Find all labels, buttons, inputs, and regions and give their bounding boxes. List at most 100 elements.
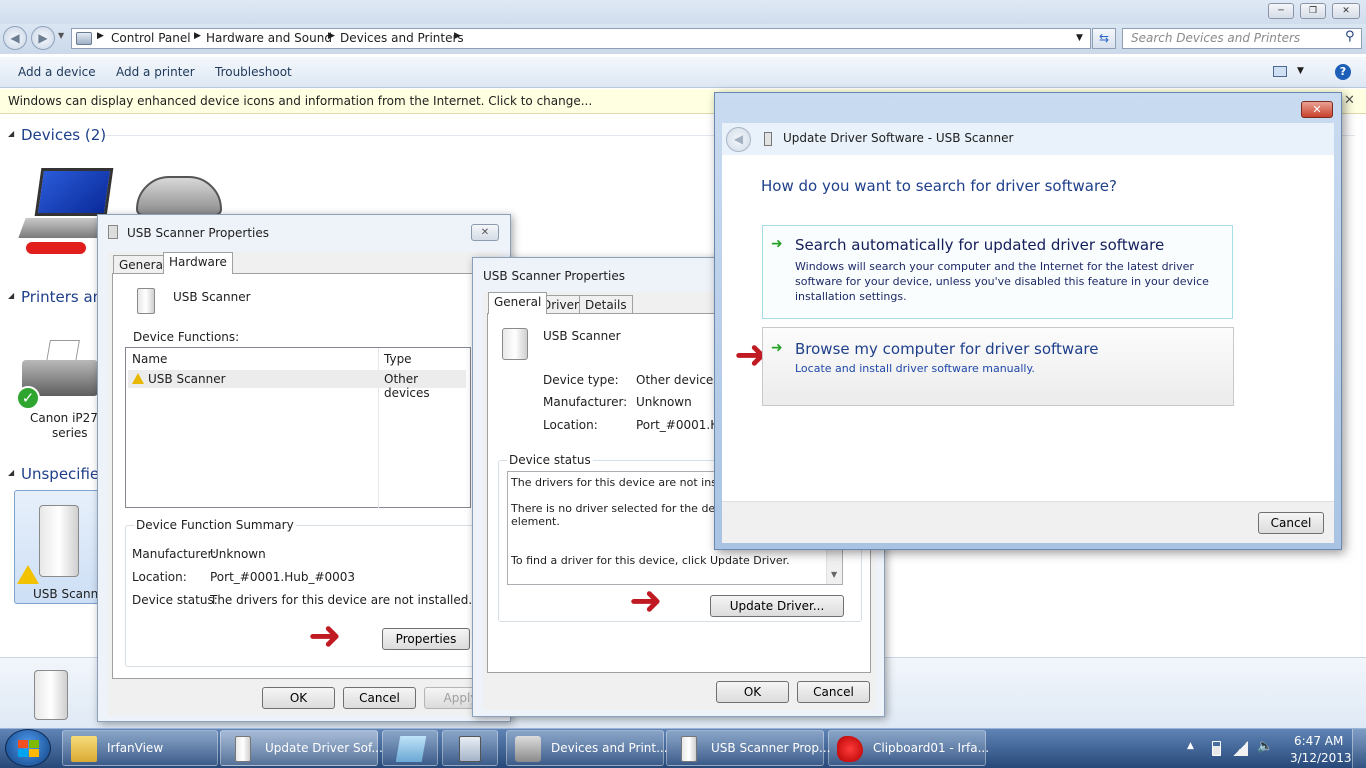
back-button[interactable]: ◀ [3,26,27,50]
add-printer-button[interactable]: Add a printer [116,65,195,79]
view-dropdown-icon[interactable]: ▼ [1297,66,1304,76]
ok-button[interactable]: OK [262,687,335,709]
back-button[interactable]: ◀ [726,127,751,152]
refresh-button[interactable]: ⇆ [1092,28,1116,49]
green-arrow-icon: ➜ [771,236,783,252]
taskbar-devices-printers[interactable]: Devices and Print... [506,730,668,766]
devices-group-header[interactable]: Devices (2) [21,126,106,144]
breadcrumb-sep-icon[interactable]: ▶ [194,31,201,41]
clock-time[interactable]: 6:47 AM [1294,734,1343,748]
scroll-down-icon[interactable]: ▼ [831,570,837,579]
close-button[interactable]: ✕ [471,224,499,241]
close-button[interactable]: ✕ [1301,101,1333,118]
taskbar-clipboard-irfanview[interactable]: Clipboard01 - Irfa... [828,730,989,766]
taskbar-calculator[interactable] [442,730,498,766]
breadcrumb-devices-and-printers[interactable]: Devices and Printers [340,31,464,45]
unspecified-group-header[interactable]: Unspecified [21,465,109,483]
unspecified-group-collapse-icon[interactable]: ◢ [8,468,14,477]
green-arrow-icon: ➜ [771,340,783,356]
row-name: USB Scanner [148,372,226,386]
breadcrumb-hardware-and-sound[interactable]: Hardware and Sound [206,31,332,45]
printer-icon[interactable]: ✓ [16,340,98,410]
taskbar-irfanview[interactable]: IrfanView [62,730,218,766]
address-dropdown-icon[interactable]: ▼ [1076,33,1083,43]
folder-icon [71,736,97,762]
location-value: Port_#0001.Hub_#0003 [210,570,356,584]
manufacturer-value: Unknown [636,395,692,409]
taskbar-label: Devices and Print... [551,741,668,755]
device-functions-list[interactable]: Name Type USB Scanner Other devices [125,347,471,508]
red-arrow-icon: ➜ [308,613,342,659]
warning-icon [17,565,39,584]
clock-date[interactable]: 3/12/2013 [1290,751,1352,765]
forward-button[interactable]: ▶ [31,26,55,50]
ok-button[interactable]: OK [716,681,789,703]
search-box[interactable]: Search Devices and Printers ⚲ [1122,28,1362,49]
command-bar [0,57,1366,88]
breadcrumb-sep-icon[interactable]: ▶ [454,31,461,41]
manufacturer-label: Manufacturer: [543,395,628,409]
column-header-name[interactable]: Name [132,352,167,366]
network-icon[interactable] [1233,741,1248,756]
taskbar-notepad[interactable] [382,730,438,766]
device-functions-label: Device Functions: [133,330,240,344]
update-driver-button[interactable]: Update Driver... [710,595,844,617]
tab-hardware[interactable]: Hardware [163,252,233,274]
help-icon[interactable]: ? [1335,64,1351,80]
battery-icon[interactable] [1212,741,1221,756]
volume-icon[interactable]: 🔈 [1257,739,1273,754]
printers-group-collapse-icon[interactable]: ◢ [8,291,14,300]
device-name: USB Scanner [543,329,621,343]
manufacturer-value: Unknown [210,547,266,561]
minimize-button[interactable]: ─ [1268,3,1294,19]
tab-general[interactable]: General [488,292,548,314]
option-1-title: Search automatically for updated driver … [795,236,1165,254]
devices-group-collapse-icon[interactable]: ◢ [8,129,14,138]
breadcrumb-control-panel[interactable]: Control Panel [111,31,191,45]
taskbar-update-driver[interactable]: Update Driver Sof... [220,730,383,766]
recent-pages-dropdown[interactable]: ▼ [58,31,64,40]
cancel-button[interactable]: Cancel [1258,512,1324,534]
tab-details[interactable]: Details [579,295,633,314]
address-bar[interactable]: ▶ Control Panel ▶ Hardware and Sound ▶ D… [71,28,1091,49]
search-automatically-option[interactable]: ➜ Search automatically for updated drive… [762,225,1233,319]
mouse-icon[interactable] [136,176,222,216]
table-row[interactable]: USB Scanner Other devices [128,370,466,400]
device-type-value: Other devices [636,373,720,387]
wizard-body: ◀ Update Driver Software - USB Scanner H… [722,123,1334,543]
search-icon[interactable]: ⚲ [1345,29,1355,44]
printer-label[interactable]: Canon iP270 [30,411,106,425]
irfanview-cat-icon [837,736,863,762]
scanner-icon [502,328,528,360]
browse-computer-option[interactable]: ➜ Browse my computer for driver software… [762,327,1234,406]
taskbar-usb-scanner-props[interactable]: USB Scanner Prop... [666,730,830,766]
close-button[interactable]: ✕ [1332,3,1360,19]
add-device-button[interactable]: Add a device [18,65,96,79]
breadcrumb-sep-icon[interactable]: ▶ [328,31,335,41]
start-button[interactable] [5,729,51,767]
properties-button[interactable]: Properties [382,628,470,650]
maximize-button[interactable]: ❐ [1300,3,1326,19]
column-header-type[interactable]: Type [384,352,412,366]
show-desktop-button[interactable] [1352,729,1366,768]
search-input[interactable]: Search Devices and Printers [1131,31,1300,45]
tab-panel: USB Scanner Device Functions: Name Type … [112,273,535,679]
troubleshoot-button[interactable]: Troubleshoot [215,65,292,79]
info-bar-close-icon[interactable]: ✕ [1344,93,1355,108]
scanner-icon [764,132,772,146]
calculator-icon [459,736,481,762]
dialog-client: General Hardware USB Scanner Device Func… [108,252,535,715]
breadcrumb-sep-icon[interactable]: ▶ [97,31,104,41]
cancel-button[interactable]: Cancel [343,687,416,709]
printer-label-line2[interactable]: series [52,426,88,440]
cancel-button[interactable]: Cancel [797,681,870,703]
view-options-icon[interactable] [1273,66,1287,77]
usb-scanner-tile[interactable]: USB Scanner [14,490,111,604]
dialog-title: USB Scanner Properties [483,269,626,283]
devices-printers-icon [515,736,541,762]
show-hidden-icons-icon[interactable]: ▲ [1187,741,1194,751]
status-line-4: To find a driver for this device, click … [511,554,790,567]
manufacturer-label: Manufacturer: [132,547,217,561]
title-bar [0,0,1366,26]
device-name: USB Scanner [173,290,251,304]
